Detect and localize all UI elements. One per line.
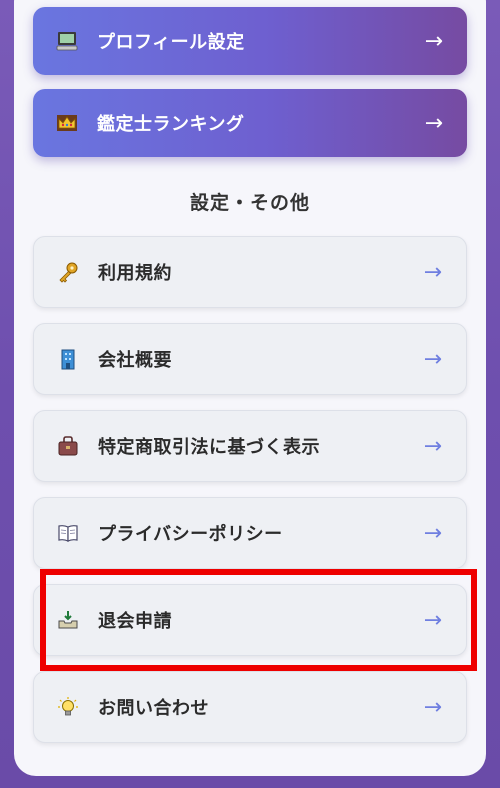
- reader-ranking-label: 鑑定士ランキング: [97, 114, 245, 135]
- contact-us-button[interactable]: お問い合わせ →: [33, 671, 467, 743]
- inbox-tray-icon: [56, 608, 80, 632]
- building-icon: [56, 347, 80, 371]
- withdrawal-request-label: 退会申請: [98, 611, 172, 632]
- arrow-right-icon: →: [423, 607, 442, 633]
- profile-settings-button[interactable]: プロフィール設定 →: [33, 7, 467, 75]
- commercial-transactions-label: 特定商取引法に基づく表示: [98, 437, 320, 458]
- arrow-right-icon: →: [423, 520, 442, 546]
- crown-icon: [55, 111, 79, 135]
- terms-of-service-button[interactable]: 利用規約 →: [33, 236, 467, 308]
- company-profile-label: 会社概要: [98, 350, 172, 371]
- commercial-transactions-button[interactable]: 特定商取引法に基づく表示 →: [33, 410, 467, 482]
- reader-ranking-button[interactable]: 鑑定士ランキング →: [33, 89, 467, 157]
- section-title: 設定・その他: [189, 192, 310, 214]
- arrow-right-icon: →: [423, 259, 442, 285]
- terms-of-service-label: 利用規約: [98, 263, 172, 284]
- arrow-right-icon: →: [423, 346, 442, 372]
- privacy-policy-label: プライバシーポリシー: [98, 524, 283, 545]
- contact-us-label: お問い合わせ: [98, 698, 209, 719]
- light-bulb-icon: [56, 695, 80, 719]
- briefcase-icon: [56, 434, 80, 458]
- arrow-right-icon: →: [423, 433, 442, 459]
- computer-icon: [55, 29, 79, 53]
- profile-settings-label: プロフィール設定: [97, 32, 245, 53]
- book-icon: [56, 521, 80, 545]
- arrow-right-icon: →: [424, 110, 443, 136]
- company-profile-button[interactable]: 会社概要 →: [33, 323, 467, 395]
- withdrawal-request-button[interactable]: 退会申請 →: [33, 584, 467, 656]
- arrow-right-icon: →: [424, 28, 443, 54]
- arrow-right-icon: →: [423, 694, 442, 720]
- privacy-policy-button[interactable]: プライバシーポリシー →: [33, 497, 467, 569]
- key-icon: [56, 260, 80, 284]
